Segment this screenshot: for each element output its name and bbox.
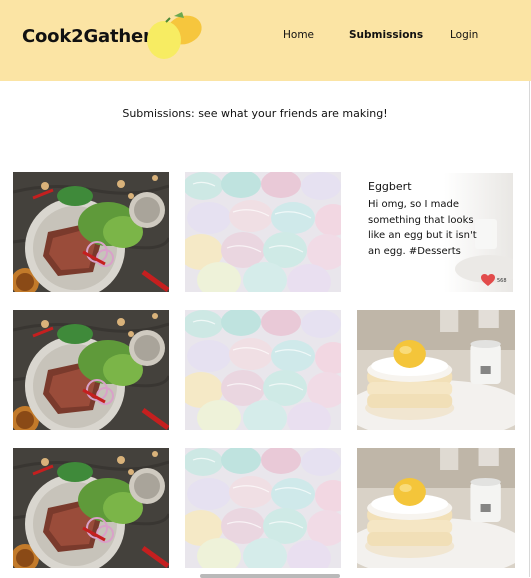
submission-steak-salad-photo[interactable] xyxy=(13,448,169,568)
likes-count: 568 xyxy=(497,277,507,284)
submission-steak-salad-photo[interactable] xyxy=(13,172,169,292)
submission-souffle-pancakes-photo[interactable] xyxy=(357,310,515,430)
nav-home-link[interactable]: Home xyxy=(283,29,314,41)
bottom-scroll-indicator[interactable] xyxy=(200,574,340,578)
submission-souffle-pancakes-photo[interactable] xyxy=(357,448,515,568)
post-author: Eggbert xyxy=(368,180,412,193)
submission-steak-salad-photo[interactable] xyxy=(13,310,169,430)
brand-title[interactable]: Cook2Gather xyxy=(22,26,152,47)
page-subtitle: Submissions: see what your friends are m… xyxy=(122,107,388,120)
nav-submissions-link[interactable]: Submissions xyxy=(349,29,423,41)
lemon-logo-icon xyxy=(144,10,206,62)
nav-login-link[interactable]: Login xyxy=(450,29,478,41)
heart-icon[interactable] xyxy=(481,274,495,287)
page-edge-divider xyxy=(529,81,530,577)
submission-cake-pops-photo[interactable] xyxy=(185,310,341,430)
post-likes[interactable]: 568 xyxy=(481,274,507,287)
header-bar: Cook2Gather Home Submissions Login xyxy=(0,0,531,81)
submission-cake-pops-photo[interactable] xyxy=(185,448,341,568)
post-text: Hi omg, so I made something that looks l… xyxy=(368,199,477,257)
submission-post-card[interactable]: Eggbert Hi omg, so I made something that… xyxy=(359,173,513,292)
submission-cake-pops-photo[interactable] xyxy=(185,172,341,292)
